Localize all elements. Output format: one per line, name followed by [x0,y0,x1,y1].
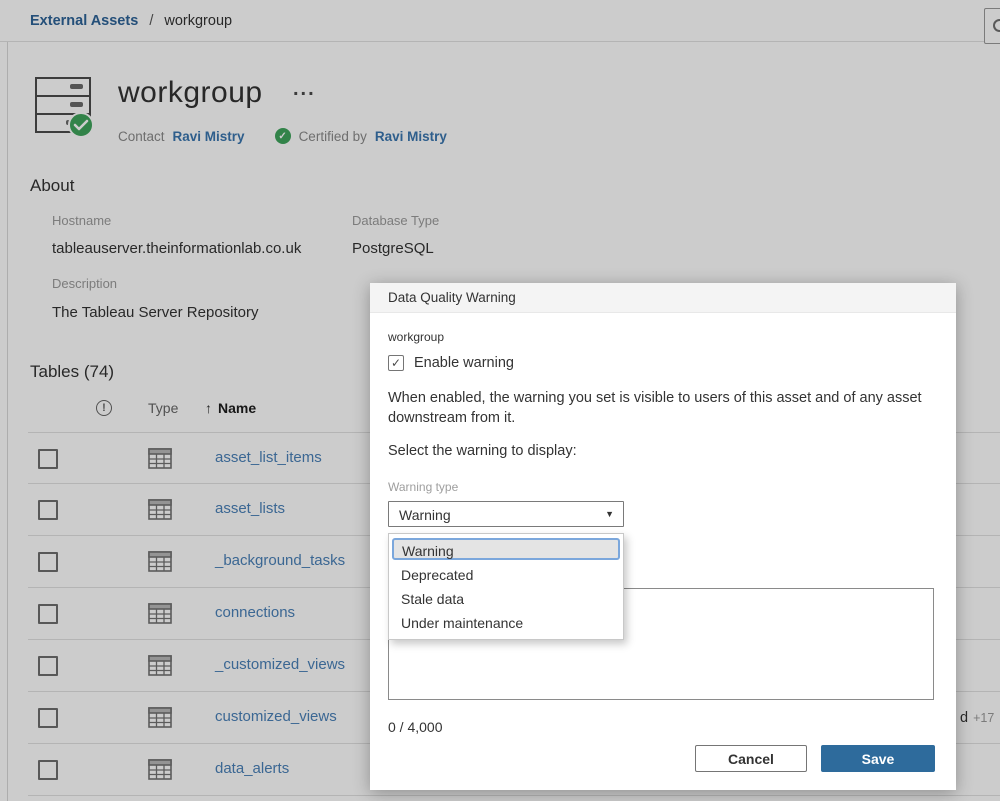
select-warning-prompt: Select the warning to display: [388,443,577,459]
warning-type-select[interactable]: Warning ▼ [388,501,624,527]
dropdown-option-warning[interactable]: Warning [392,538,620,560]
dropdown-option-under-maintenance[interactable]: Under maintenance [389,611,623,635]
checkbox-check-icon: ✓ [391,356,401,370]
enable-warning-label: Enable warning [414,355,514,371]
modal-title: Data Quality Warning [370,283,956,313]
data-quality-warning-dialog: Data Quality Warning workgroup ✓ Enable … [370,283,956,790]
char-counter: 0 / 4,000 [388,719,443,735]
modal-asset-name: workgroup [388,330,444,344]
warning-type-label: Warning type [388,480,458,494]
caret-down-icon: ▼ [605,509,614,519]
dropdown-option-stale-data[interactable]: Stale data [389,587,623,611]
save-button[interactable]: Save [821,745,935,772]
cancel-button[interactable]: Cancel [695,745,807,772]
modal-description: When enabled, the warning you set is vis… [388,388,944,428]
warning-type-dropdown-menu: Warning Deprecated Stale data Under main… [388,533,624,640]
enable-warning-checkbox[interactable]: ✓ [388,355,404,371]
enable-warning-checkbox-row[interactable]: ✓ Enable warning [388,355,514,371]
selected-warning-value: Warning [399,507,451,523]
dropdown-option-deprecated[interactable]: Deprecated [389,563,623,587]
